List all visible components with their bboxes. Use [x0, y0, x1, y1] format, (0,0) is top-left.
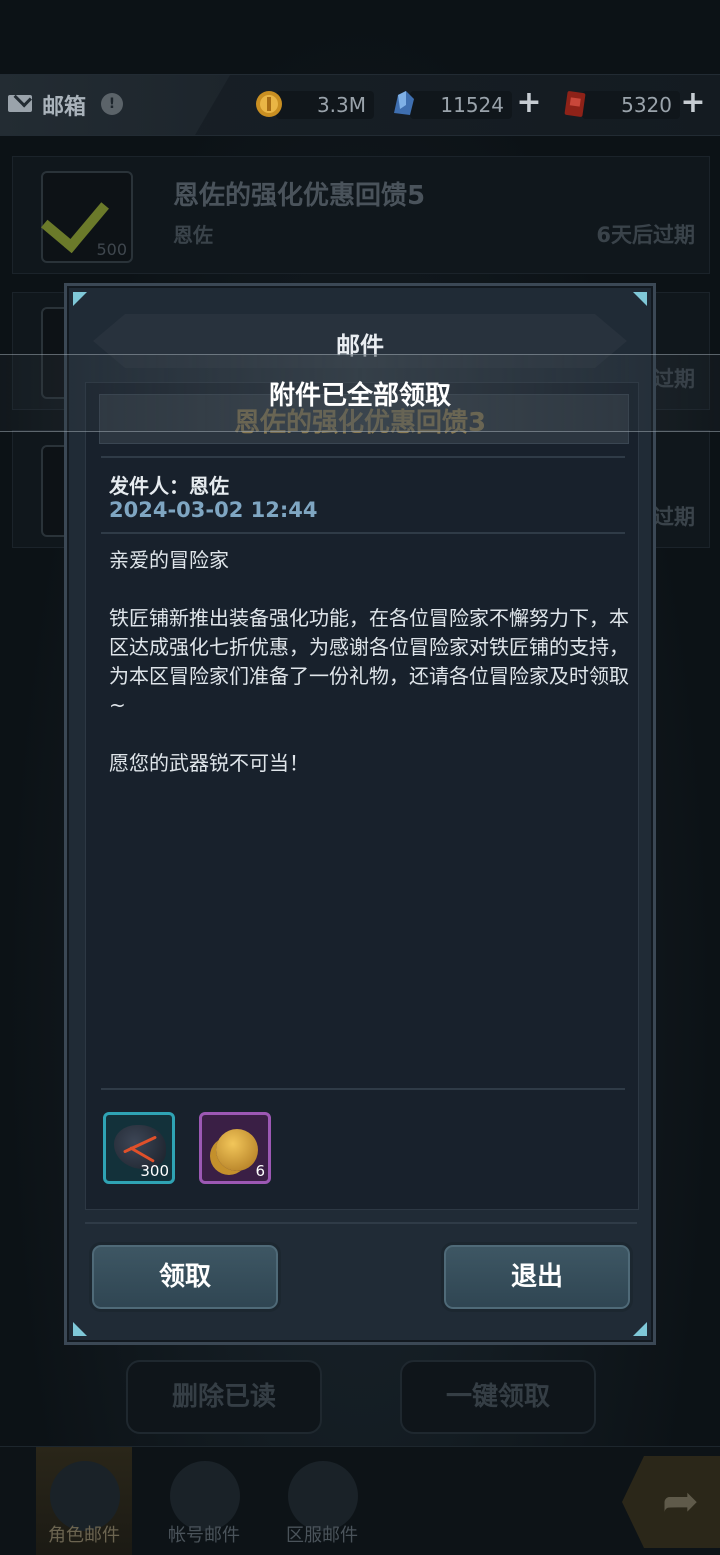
attachment-item[interactable]: 300: [103, 1112, 175, 1184]
add-crystal-button[interactable]: +: [516, 88, 542, 118]
mailbox-tab: 邮箱 !: [0, 75, 230, 135]
delete-read-button[interactable]: 删除已读: [126, 1360, 322, 1434]
claim-all-button[interactable]: 一键领取: [400, 1360, 596, 1434]
envelope-icon: [8, 95, 32, 112]
tab-account-mail[interactable]: 帐号邮件: [156, 1447, 252, 1555]
mail-date: 2024-03-02 12:44: [109, 498, 318, 522]
arrow-icon: ➦: [662, 1476, 699, 1527]
exit-button[interactable]: 退出: [441, 1242, 633, 1312]
red-ticket-icon: [564, 91, 586, 117]
ticket-value: 5320: [621, 93, 672, 117]
toast-text: 附件已全部领取: [268, 381, 451, 411]
gold-coins-icon: [216, 1129, 258, 1171]
attachment-count: 6: [255, 1162, 265, 1180]
sender-line: 发件人：恩佐: [109, 474, 229, 498]
tab-server-mail[interactable]: 区服邮件: [274, 1447, 370, 1555]
top-bar: 邮箱 ! 3.3M 11524 + 5320 +: [0, 74, 720, 136]
tab-character-mail[interactable]: 角色邮件: [36, 1447, 132, 1555]
corner-decoration: [633, 292, 647, 306]
mail-title: 恩佐的强化优惠回馈5: [173, 181, 426, 211]
mail-sender: 恩佐: [173, 223, 213, 247]
ticket-currency: 5320: [560, 87, 680, 123]
blue-crystal-icon: [394, 91, 414, 115]
divider: [101, 1088, 625, 1090]
crystal-value: 11524: [440, 93, 504, 117]
crystal-currency: 11524: [388, 87, 512, 123]
add-ticket-button[interactable]: +: [680, 88, 706, 118]
gold-coin-icon: [256, 91, 282, 117]
mail-expiry: 6天后过期: [596, 223, 695, 247]
mail-list-item[interactable]: 500 恩佐的强化优惠回馈5 恩佐 6天后过期: [12, 156, 710, 274]
bottom-nav: 角色邮件 帐号邮件 区服邮件: [0, 1446, 720, 1555]
mail-thumbnail: 500: [41, 171, 133, 263]
corner-decoration: [633, 1322, 647, 1336]
claim-button[interactable]: 领取: [89, 1242, 281, 1312]
corner-decoration: [73, 1322, 87, 1336]
mail-body: 亲爱的冒险家 铁匠铺新推出装备强化功能，在各位冒险家不懈努力下，本区达成强化七折…: [109, 548, 629, 775]
mail-expiry: 过期: [653, 505, 695, 529]
gold-currency: 3.3M: [254, 87, 374, 123]
corner-decoration: [73, 292, 87, 306]
mailbox-title: 邮箱: [42, 95, 87, 120]
divider: [85, 1222, 637, 1224]
divider: [101, 456, 625, 458]
toast-notification: 附件已全部领取: [0, 354, 720, 432]
help-icon[interactable]: !: [101, 93, 123, 115]
mail-modal: 邮件 恩佐的强化优惠回馈3 发件人：恩佐 2024-03-02 12:44 亲爱…: [64, 283, 656, 1345]
attachment-item[interactable]: 6: [199, 1112, 271, 1184]
divider: [101, 532, 625, 534]
gold-value: 3.3M: [316, 93, 366, 117]
attachment-count: 300: [140, 1162, 169, 1180]
